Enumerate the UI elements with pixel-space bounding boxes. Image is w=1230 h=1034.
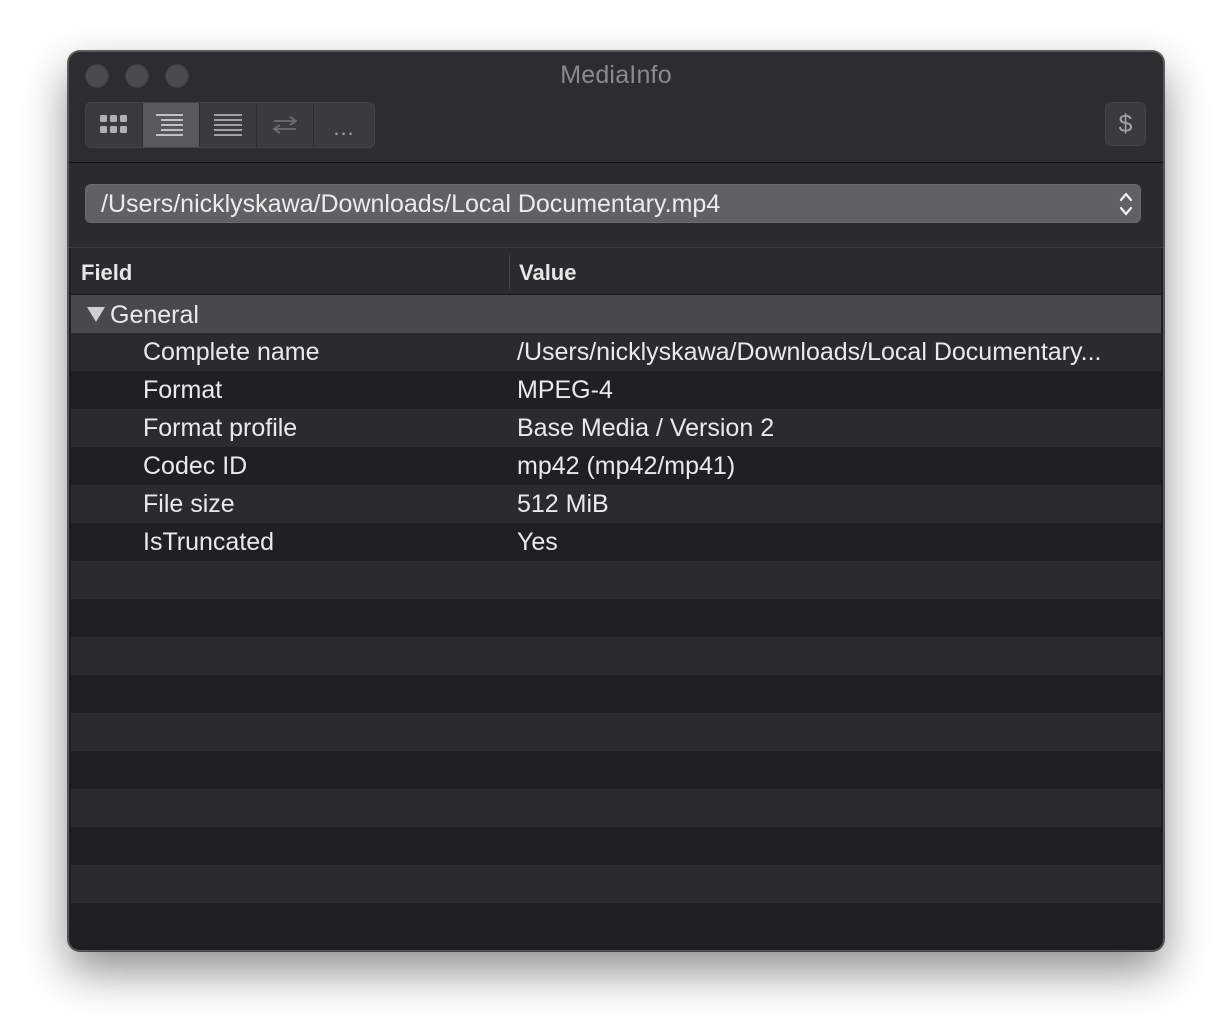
- disclosure-triangle-icon[interactable]: [87, 307, 105, 322]
- table-row[interactable]: Codec ID mp42 (mp42/mp41): [71, 447, 1161, 485]
- media-info-table: Field Value General Complete name /Users…: [71, 248, 1161, 948]
- value-cell: Yes: [517, 528, 558, 556]
- table-row[interactable]: Format MPEG-4: [71, 371, 1161, 409]
- view-mode-segmented-control: ...: [85, 102, 375, 148]
- field-cell: Complete name: [143, 338, 320, 366]
- empty-row: [71, 561, 1161, 599]
- selected-file-path: /Users/nicklyskawa/Downloads/Local Docum…: [101, 190, 721, 218]
- empty-row: [71, 713, 1161, 751]
- field-cell: Format profile: [143, 414, 298, 442]
- field-column-header[interactable]: Field: [81, 260, 132, 286]
- field-cell: IsTruncated: [143, 528, 275, 556]
- field-cell: File size: [143, 490, 235, 518]
- grid-view-icon: [100, 115, 127, 133]
- tree-view-icon: [156, 114, 183, 136]
- chevron-updown-icon: [1119, 192, 1133, 216]
- empty-row: [71, 637, 1161, 675]
- column-divider[interactable]: [509, 255, 510, 289]
- more-icon: ...: [333, 115, 355, 140]
- value-cell: /Users/nicklyskawa/Downloads/Local Docum…: [517, 338, 1102, 366]
- group-label: General: [110, 301, 199, 329]
- table-row[interactable]: Format profile Base Media / Version 2: [71, 409, 1161, 447]
- value-cell: mp42 (mp42/mp41): [517, 452, 736, 480]
- title-bar: MediaInfo ... $: [69, 52, 1163, 163]
- window-title: MediaInfo: [560, 61, 672, 89]
- empty-row: [71, 751, 1161, 789]
- table-row[interactable]: Complete name /Users/nicklyskawa/Downloa…: [71, 333, 1161, 371]
- table-body: General Complete name /Users/nicklyskawa…: [71, 295, 1161, 941]
- mediainfo-window: MediaInfo ... $ /Users/nicklyskawa/Downl…: [68, 51, 1164, 951]
- text-view-button[interactable]: [200, 103, 257, 147]
- compare-view-icon: [272, 116, 298, 134]
- empty-row: [71, 675, 1161, 713]
- empty-row: [71, 865, 1161, 903]
- value-cell: 512 MiB: [517, 490, 609, 518]
- field-cell: Format: [143, 376, 223, 404]
- value-column-header[interactable]: Value: [519, 260, 576, 286]
- empty-row: [71, 827, 1161, 865]
- tree-view-button[interactable]: [143, 103, 200, 147]
- file-selector-bar: /Users/nicklyskawa/Downloads/Local Docum…: [69, 163, 1163, 248]
- empty-row: [71, 789, 1161, 827]
- table-row[interactable]: File size 512 MiB: [71, 485, 1161, 523]
- more-button[interactable]: ...: [314, 103, 374, 147]
- value-cell: Base Media / Version 2: [517, 414, 775, 442]
- table-header: Field Value: [71, 248, 1161, 295]
- empty-row: [71, 599, 1161, 637]
- table-row[interactable]: IsTruncated Yes: [71, 523, 1161, 561]
- text-view-icon: [214, 114, 242, 136]
- grid-view-button[interactable]: [86, 103, 143, 147]
- group-row-general[interactable]: General: [71, 295, 1161, 333]
- file-popup-button[interactable]: /Users/nicklyskawa/Downloads/Local Docum…: [85, 184, 1141, 223]
- empty-row: [71, 903, 1161, 941]
- donate-button[interactable]: $: [1105, 102, 1146, 146]
- compare-view-button[interactable]: [257, 103, 314, 147]
- field-cell: Codec ID: [143, 452, 248, 480]
- value-cell: MPEG-4: [517, 376, 613, 404]
